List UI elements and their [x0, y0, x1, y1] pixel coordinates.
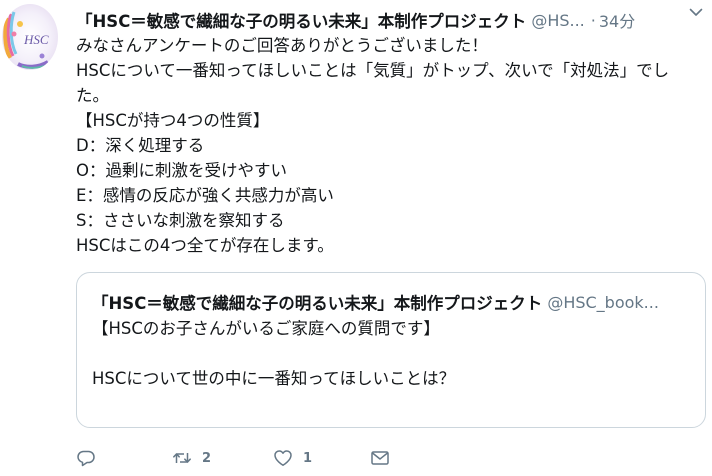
quoted-text-line	[92, 341, 455, 366]
quoted-tweet-header: 「HSC＝敏感で繊細な子の明るい未来」本制作プロジェクト @HSC_book..…	[92, 290, 659, 314]
reply-button[interactable]	[76, 448, 172, 468]
like-button[interactable]: 1	[273, 448, 370, 468]
quoted-author-name: 「HSC＝敏感で繊細な子の明るい未来」本制作プロジェクト	[92, 294, 543, 313]
heart-icon	[274, 450, 292, 466]
like-count: 1	[303, 450, 313, 466]
retweet-icon	[173, 453, 191, 463]
tweet-text-line: E：感情の反応が強く共感力が高い	[76, 186, 334, 205]
author-handle[interactable]: @HS...	[531, 11, 584, 30]
tweet-text: みなさんアンケートのご回答ありがとうございました！ HSCについて一番知ってほし…	[76, 33, 706, 258]
action-bar: 2 1	[76, 446, 390, 470]
tweet-text-line: 【HSCが持つ4つの性質】	[76, 111, 270, 130]
tweet[interactable]: HSC 「HSC＝敏感で繊細な子の明るい未来」本制作プロジェクト @HS... …	[0, 0, 712, 476]
quoted-text-line: HSCについて世の中に一番知ってほしいことは？	[92, 369, 456, 388]
tweet-text-line: D：深く処理する	[76, 136, 205, 155]
separator-dot: ·	[590, 10, 596, 30]
chevron-down-icon[interactable]	[688, 4, 704, 20]
avatar-image: HSC	[2, 4, 58, 70]
tweet-header: 「HSC＝敏感で繊細な子の明るい未来」本制作プロジェクト @HS... · 34…	[76, 8, 708, 32]
tweet-text-line: た。	[76, 86, 109, 105]
quoted-text-line: 【HSCのお子さんがいるご家庭への質問です】	[92, 319, 440, 338]
retweet-button[interactable]: 2	[172, 448, 273, 468]
quoted-tweet[interactable]: 「HSC＝敏感で繊細な子の明るい未来」本制作プロジェクト @HSC_book..…	[76, 272, 706, 428]
quoted-tweet-text: 【HSCのお子さんがいるご家庭への質問です】 HSCについて世の中に一番知ってほ…	[92, 316, 455, 391]
envelope-icon	[371, 451, 389, 465]
direct-message-button[interactable]	[370, 448, 390, 468]
reply-icon	[77, 450, 95, 467]
tweet-text-line: O：過剰に刺激を受けやすい	[76, 161, 287, 180]
retweet-count: 2	[202, 450, 212, 466]
author-name[interactable]: 「HSC＝敏感で繊細な子の明るい未来」本制作プロジェクト	[76, 8, 526, 32]
timestamp[interactable]: 34分	[599, 8, 635, 32]
svg-text:HSC: HSC	[23, 32, 49, 47]
tweet-text-line: みなさんアンケートのご回答ありがとうございました！	[76, 36, 488, 55]
tweet-text-line: HSCについて一番知ってほしいことは「気質」がトップ、次いで「対処法」でし	[76, 61, 670, 80]
quoted-author-handle: @HSC_book...	[547, 292, 659, 312]
tweet-text-line: HSCはこの4つ全てが存在します。	[76, 236, 334, 255]
tweet-text-line: S：ささいな刺激を察知する	[76, 211, 285, 230]
avatar[interactable]: HSC	[2, 4, 58, 70]
